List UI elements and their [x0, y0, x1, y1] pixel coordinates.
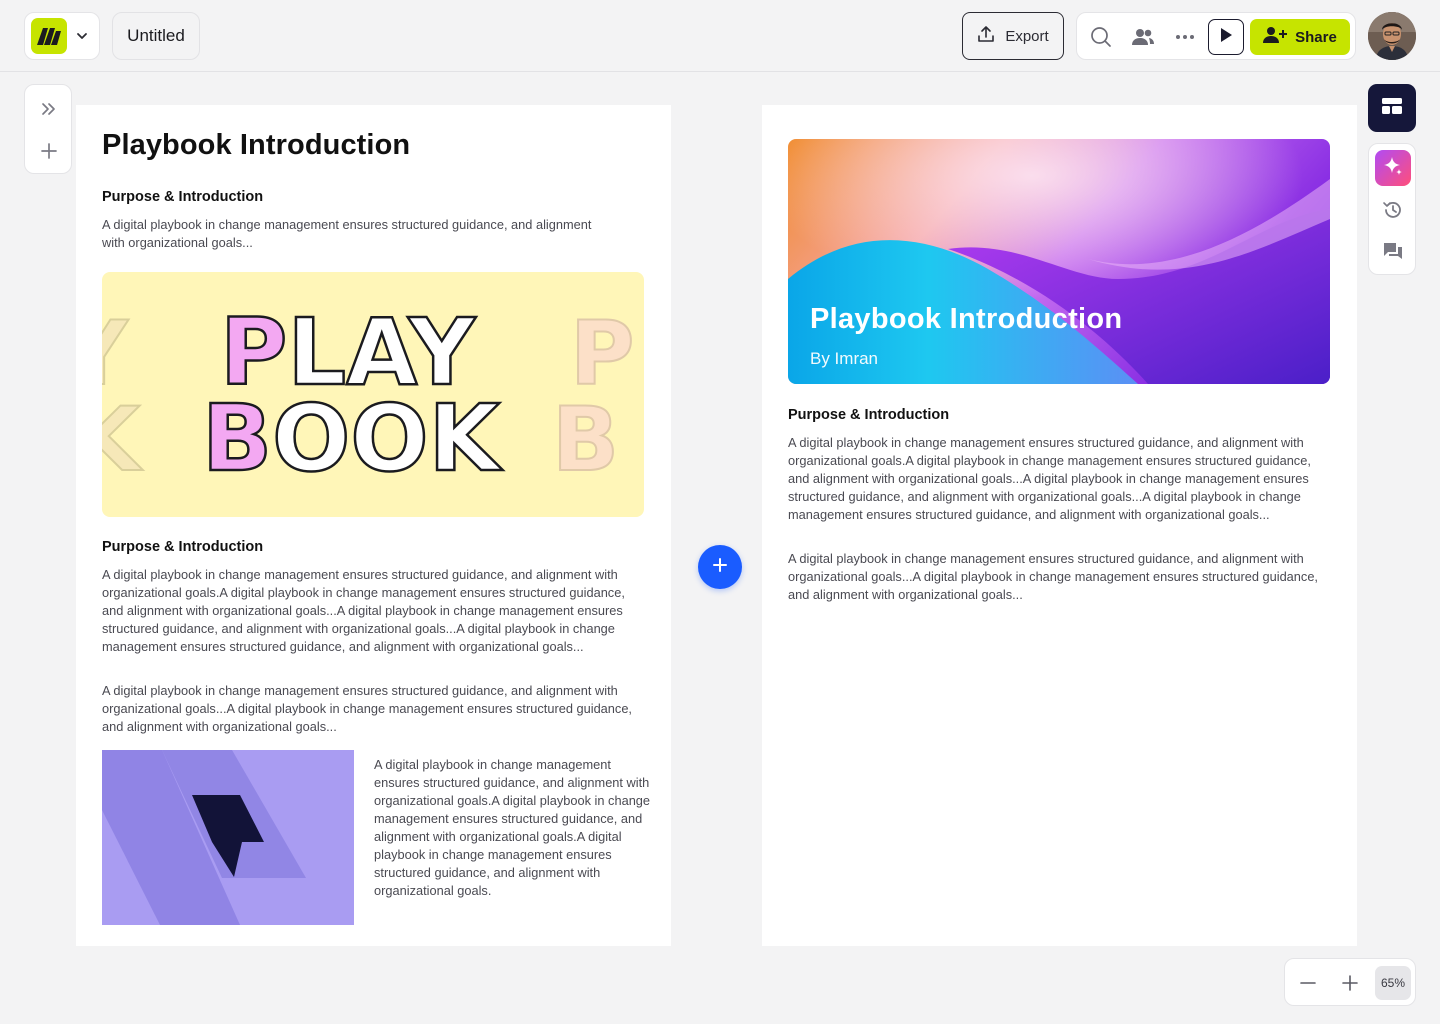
share-label: Share [1295, 28, 1337, 46]
section-heading: Purpose & Introduction [788, 407, 950, 423]
more-horizontal-icon[interactable] [1173, 25, 1197, 49]
logo-icon [31, 18, 67, 54]
chevron-down-icon[interactable] [73, 27, 91, 45]
page-right[interactable]: Playbook Introduction By Imran Purpose &… [762, 105, 1357, 946]
section-text-2: A digital playbook in change management … [102, 567, 625, 654]
document-title[interactable]: Untitled [112, 12, 200, 60]
history-icon[interactable] [1381, 198, 1405, 222]
hero-banner[interactable]: Playbook Introduction By Imran [788, 139, 1330, 384]
avatar[interactable] [1368, 12, 1416, 60]
layout-icon [1381, 97, 1403, 120]
users-icon[interactable] [1131, 25, 1155, 49]
share-button[interactable]: Share [1250, 19, 1350, 55]
page-left[interactable]: Playbook Introduction Purpose & Introduc… [76, 105, 671, 946]
left-toolbar [24, 84, 72, 174]
workspace-switcher[interactable] [24, 12, 100, 60]
section-heading: Purpose & Introduction [102, 189, 264, 205]
plus-icon[interactable] [37, 139, 61, 163]
page-title: Playbook Introduction [102, 129, 411, 161]
export-button[interactable]: Export [962, 12, 1064, 60]
right-rail [1368, 143, 1416, 275]
plus-icon[interactable] [1338, 971, 1362, 995]
double-chevron-right-icon[interactable] [37, 97, 61, 121]
hero-subtitle: By Imran [810, 349, 879, 368]
sparkle-icon [1382, 155, 1404, 182]
zoom-level[interactable]: 65% [1375, 966, 1411, 1000]
present-button[interactable] [1208, 19, 1244, 55]
ai-assistant-button[interactable] [1375, 150, 1411, 186]
add-page-button[interactable] [698, 545, 742, 589]
section-text: A digital playbook in change management … [788, 435, 1311, 522]
layout-button[interactable] [1368, 84, 1416, 132]
top-bar: Untitled Export Share [0, 0, 1440, 72]
play-icon [1219, 27, 1233, 48]
plus-icon [712, 557, 728, 578]
section-text-3: A digital playbook in change management … [102, 683, 632, 734]
toolbar-actions: Share [1076, 12, 1356, 60]
hero-title: Playbook Introduction [810, 303, 1123, 335]
export-label: Export [1005, 27, 1049, 45]
zoom-control: 65% [1284, 958, 1416, 1006]
search-icon[interactable] [1089, 25, 1113, 49]
brand-image[interactable] [102, 750, 354, 925]
user-plus-icon [1263, 26, 1288, 48]
side-text: A digital playbook in change management … [374, 757, 651, 898]
section-text: A digital playbook in change management … [102, 217, 592, 250]
section-text-2: A digital playbook in change management … [788, 551, 1318, 602]
section-heading-2: Purpose & Introduction [102, 539, 264, 555]
minus-icon[interactable] [1296, 971, 1320, 995]
ghost-letter-right-2: B [552, 388, 619, 491]
playbook-word-book: BOOK [202, 385, 504, 492]
comments-icon[interactable] [1381, 240, 1405, 264]
playbook-image[interactable]: Y K P B PLAY BOOK [102, 272, 644, 517]
upload-icon [977, 25, 995, 47]
ghost-letter-left-2: K [102, 388, 143, 491]
